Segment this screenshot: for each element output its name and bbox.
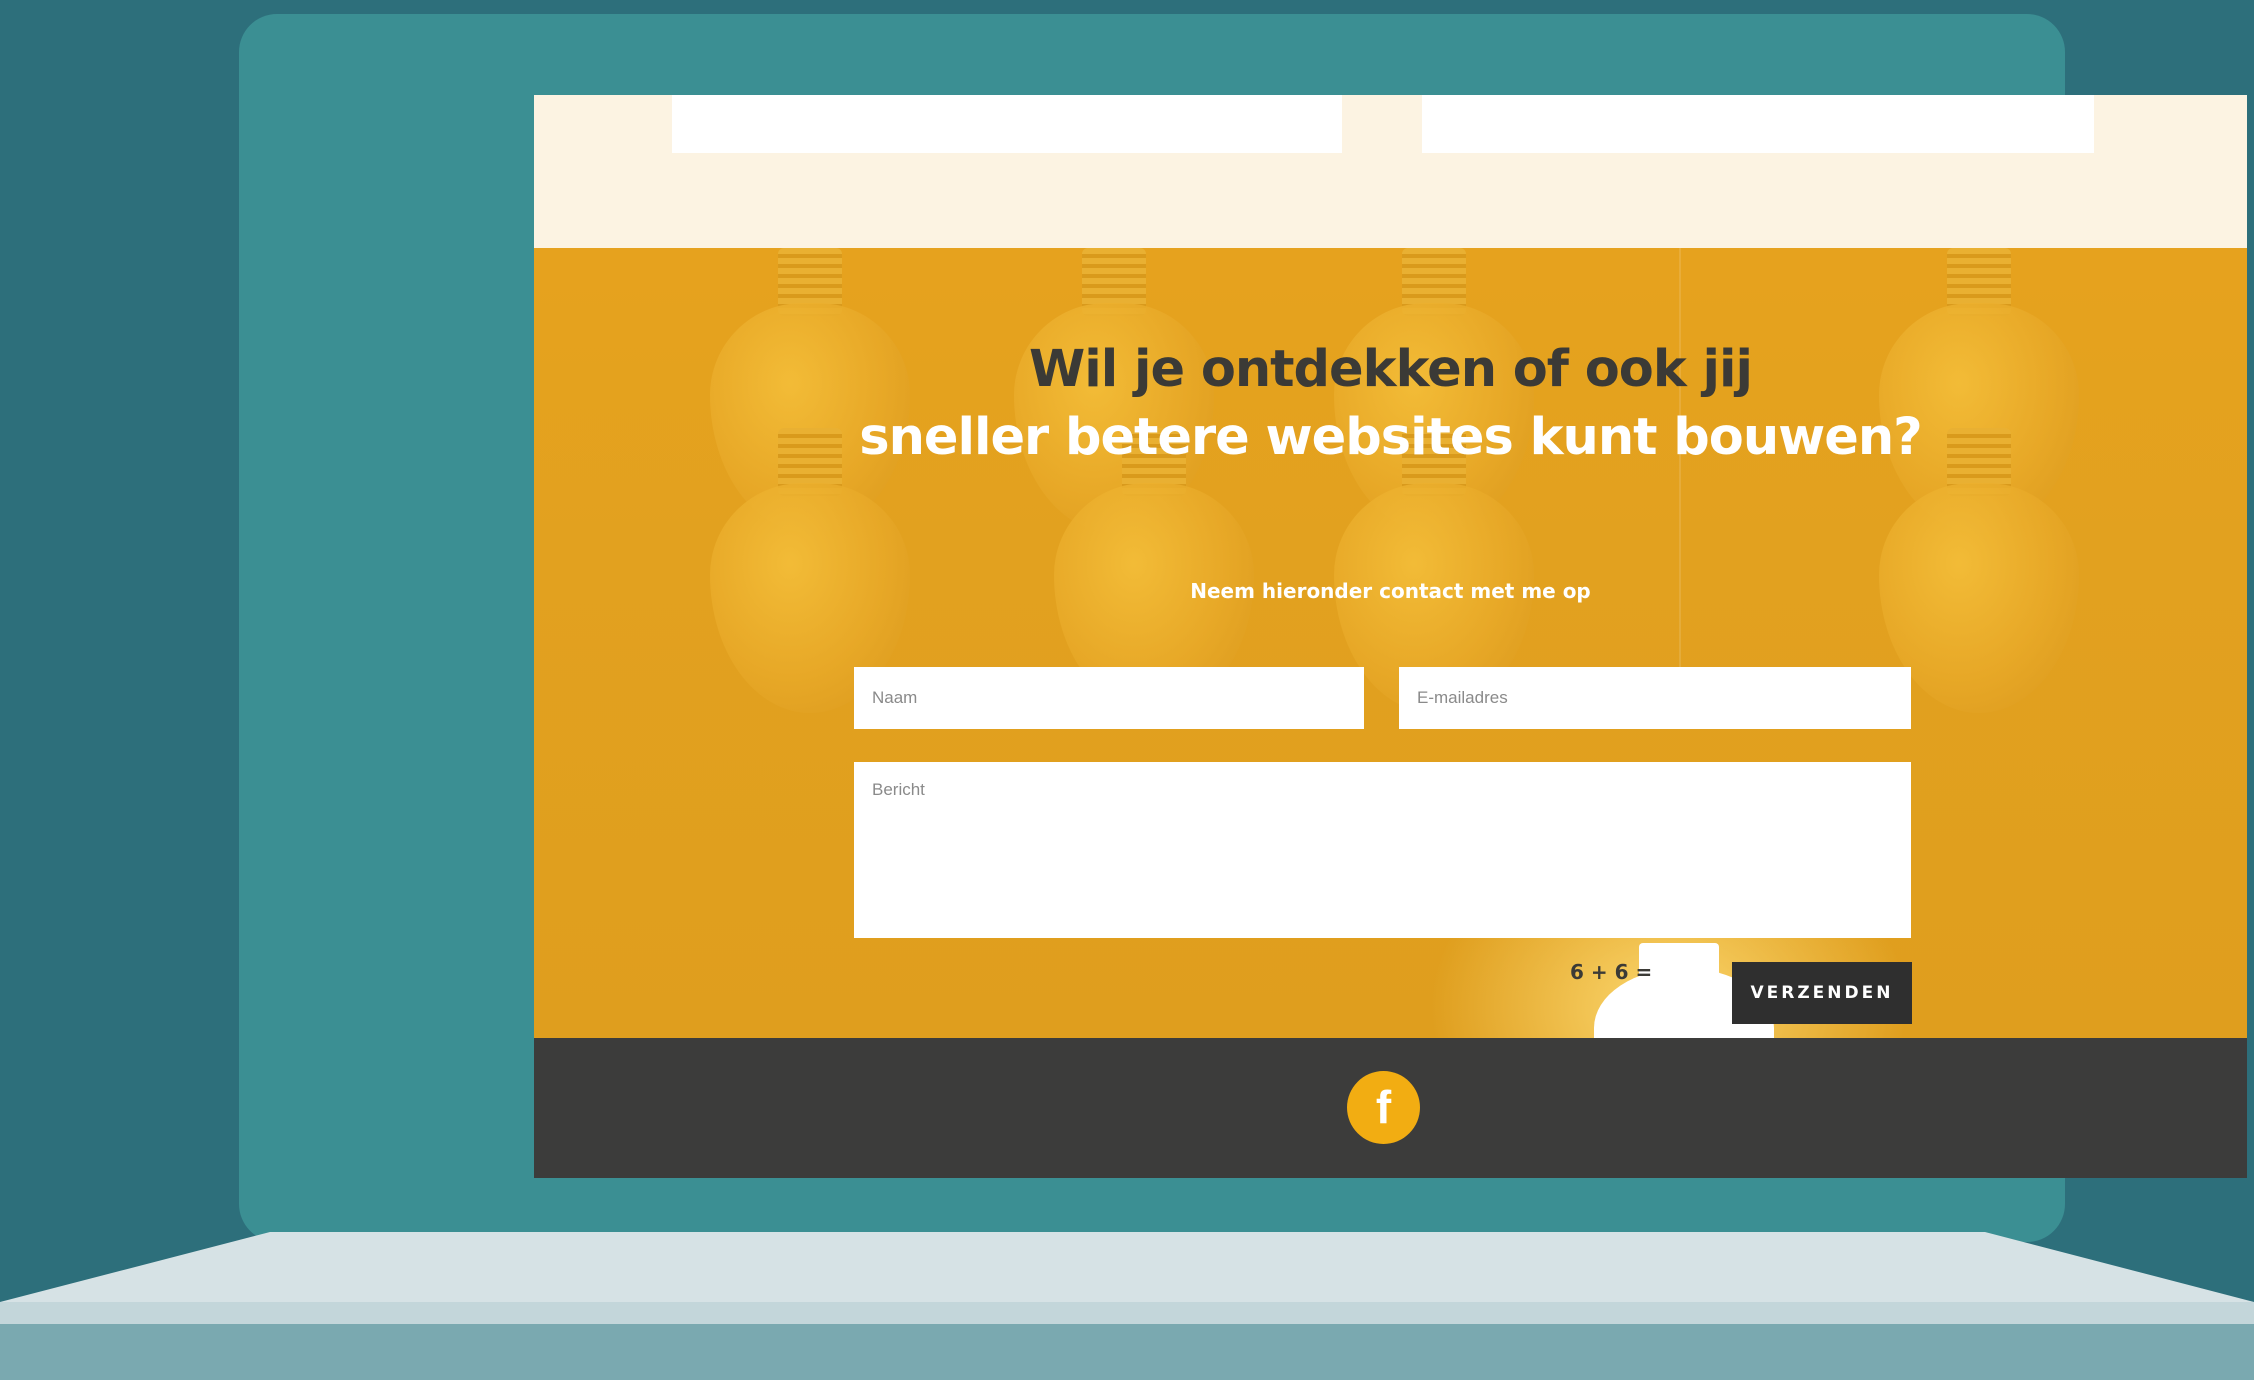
- subheadline: Neem hieronder contact met me op: [1190, 579, 1591, 603]
- laptop-lid: Wil je ontdekken of ook jij sneller bete…: [239, 14, 2247, 1242]
- facebook-icon[interactable]: f: [1347, 1071, 1420, 1144]
- email-input[interactable]: [1399, 667, 1911, 729]
- contact-section: Wil je ontdekken of ook jij sneller bete…: [534, 248, 2247, 1038]
- laptop-base: [0, 1232, 2254, 1380]
- laptop-screen: Wil je ontdekken of ook jij sneller bete…: [534, 95, 2247, 1178]
- submit-button[interactable]: VERZENDEN: [1732, 962, 1912, 1024]
- headline-line-1: Wil je ontdekken of ook jij: [1029, 340, 1753, 399]
- divider-line: [1679, 248, 1681, 688]
- captcha-input[interactable]: [1629, 948, 1683, 1000]
- name-input[interactable]: [854, 667, 1364, 729]
- message-textarea[interactable]: [854, 762, 1911, 938]
- headline-line-2: sneller betere websites kunt bouwen?: [859, 408, 1923, 467]
- top-band: [534, 95, 2247, 248]
- footer: f: [534, 1038, 2247, 1178]
- top-panel-left: [672, 95, 1342, 153]
- facebook-glyph: f: [1375, 1081, 1392, 1133]
- top-panel-right: [1422, 95, 2094, 153]
